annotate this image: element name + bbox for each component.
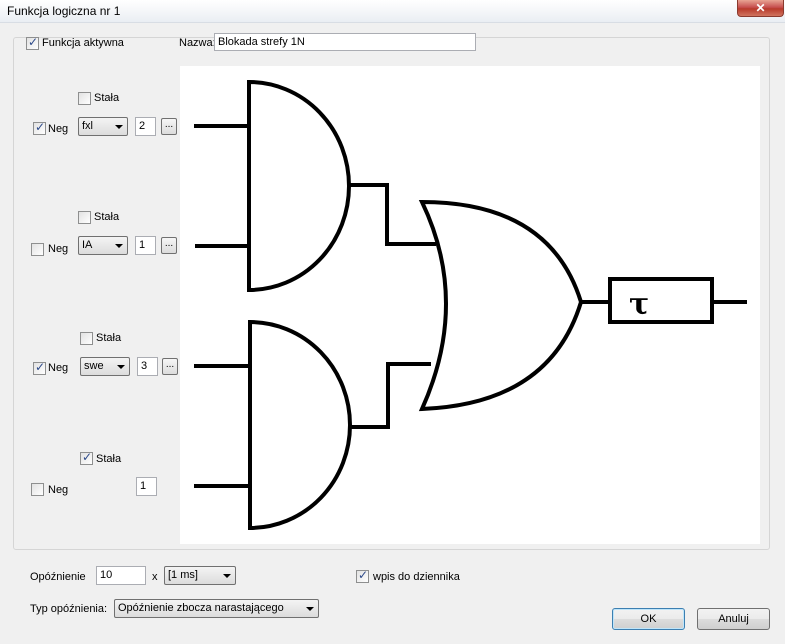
name-field[interactable]: Blokada strefy 1N bbox=[214, 33, 476, 51]
stala-label-4: Stała bbox=[96, 453, 122, 465]
wire-and2-to-or bbox=[349, 362, 431, 429]
close-button[interactable]: ✕ bbox=[737, 0, 784, 17]
logic-diagram: τ bbox=[194, 79, 747, 531]
window-title: Funkcja logiczna nr 1 bbox=[7, 4, 121, 18]
and-gate-2 bbox=[248, 319, 352, 531]
name-label: Nazwa: bbox=[179, 37, 216, 49]
chevron-down-icon bbox=[223, 574, 231, 578]
signal-select-2[interactable]: IA bbox=[78, 236, 128, 255]
index-field-1[interactable]: 2 bbox=[135, 117, 156, 136]
multiply-sign: x bbox=[152, 571, 158, 583]
timer-block bbox=[608, 277, 714, 324]
delay-field[interactable]: 10 bbox=[96, 566, 146, 585]
wire-and1-to-or bbox=[348, 183, 436, 246]
delay-type-label: Typ opóźnienia: bbox=[30, 603, 108, 615]
signal-select-1-value: fxl bbox=[82, 120, 93, 132]
dialog-window: Funkcja logiczna nr 1 ✕ Funkcja aktywna … bbox=[0, 0, 785, 644]
neg-checkbox-4[interactable] bbox=[31, 483, 44, 496]
neg-label-3: Neg bbox=[48, 362, 69, 374]
signal-select-1[interactable]: fxl bbox=[78, 117, 128, 136]
chevron-down-icon bbox=[117, 365, 125, 369]
stala-label-2: Stała bbox=[94, 211, 120, 223]
neg-label-4: Neg bbox=[48, 484, 69, 496]
title-bar: Funkcja logiczna nr 1 ✕ bbox=[0, 0, 785, 23]
logic-diagram-canvas: τ bbox=[180, 66, 760, 544]
neg-checkbox-2[interactable] bbox=[31, 243, 44, 256]
neg-checkbox-1[interactable] bbox=[33, 120, 46, 135]
stala-label-3: Stała bbox=[96, 332, 122, 344]
signal-select-3-value: swe bbox=[84, 360, 104, 372]
constant-value-field-4[interactable]: 1 bbox=[136, 477, 157, 496]
stala-checkbox-1[interactable] bbox=[78, 92, 91, 105]
or-gate bbox=[418, 199, 584, 412]
stala-checkbox-3[interactable] bbox=[80, 332, 93, 345]
active-label: Funkcja aktywna bbox=[42, 37, 124, 49]
chevron-down-icon bbox=[115, 244, 123, 248]
delay-type-select-value: Opóźnienie zbocza narastającego bbox=[118, 602, 284, 614]
unit-select[interactable]: [1 ms] bbox=[164, 566, 236, 585]
stala-checkbox-2[interactable] bbox=[78, 211, 91, 224]
chevron-down-icon bbox=[115, 125, 123, 129]
log-checkbox[interactable] bbox=[356, 568, 369, 583]
stala-checkbox-4[interactable] bbox=[80, 450, 93, 465]
unit-select-value: [1 ms] bbox=[168, 569, 198, 581]
chevron-down-icon bbox=[306, 607, 314, 611]
ok-button[interactable]: OK bbox=[612, 608, 685, 630]
browse-button-1[interactable]: ... bbox=[161, 118, 177, 135]
delay-type-select[interactable]: Opóźnienie zbocza narastającego bbox=[114, 599, 319, 618]
timer-symbol: τ bbox=[629, 287, 649, 322]
neg-label-1: Neg bbox=[48, 123, 69, 135]
signal-select-2-value: IA bbox=[82, 239, 93, 251]
neg-label-2: Neg bbox=[48, 243, 69, 255]
and-gate-1 bbox=[247, 79, 351, 293]
cancel-button[interactable]: Anuluj bbox=[697, 608, 770, 630]
log-label: wpis do dziennika bbox=[373, 571, 460, 583]
neg-checkbox-3[interactable] bbox=[33, 360, 46, 375]
stala-label-1: Stała bbox=[94, 92, 120, 104]
delay-label: Opóźnienie bbox=[30, 571, 86, 583]
browse-button-2[interactable]: ... bbox=[161, 237, 177, 254]
browse-button-3[interactable]: ... bbox=[162, 358, 178, 375]
index-field-3[interactable]: 3 bbox=[137, 357, 158, 376]
active-checkbox[interactable] bbox=[26, 35, 39, 50]
index-field-2[interactable]: 1 bbox=[135, 236, 156, 255]
signal-select-3[interactable]: swe bbox=[80, 357, 130, 376]
